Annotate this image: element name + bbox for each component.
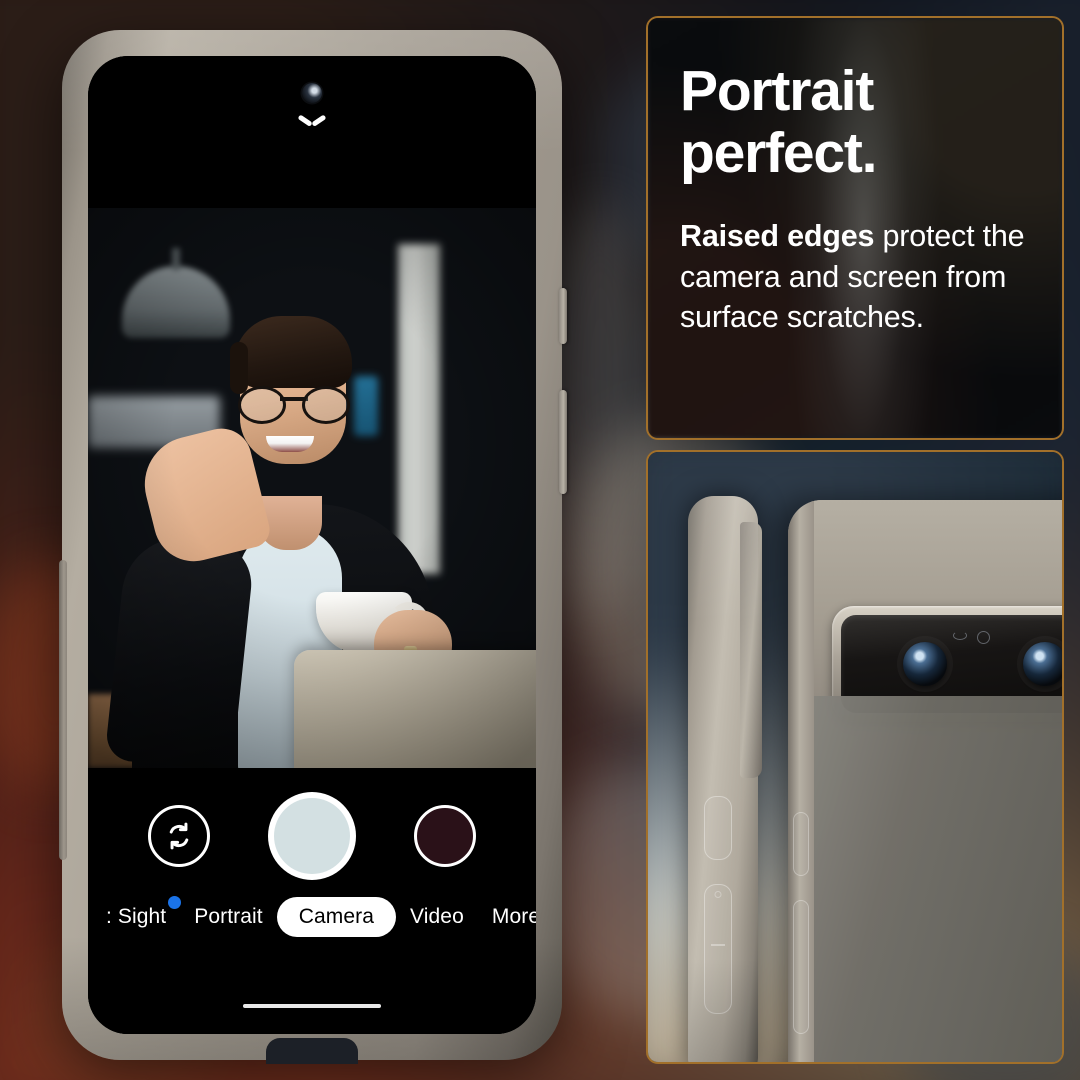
mode-label: Camera	[298, 905, 375, 928]
ambient-sensor-icon	[977, 631, 990, 644]
power-button[interactable]	[559, 288, 567, 344]
page-title: Portrait perfect.	[680, 62, 1028, 182]
phone-screen[interactable]: : Sight Portrait Camera Video More	[88, 56, 536, 1034]
mode-label: Portrait	[194, 905, 263, 928]
case-button-cutout-volume	[704, 884, 732, 1014]
chevron-down-icon[interactable]	[299, 114, 325, 127]
camera-lens-wide-icon	[903, 642, 947, 686]
product-detail-panel	[646, 450, 1064, 1064]
flash-sensor-icon	[953, 631, 967, 640]
mode-camera[interactable]: Camera	[276, 897, 397, 937]
case-back-view	[788, 500, 1062, 1062]
mode-label: : Sight	[106, 905, 167, 928]
case-texture-shading	[814, 696, 1062, 1062]
phone-in-case: : Sight Portrait Camera Video More	[59, 30, 567, 1064]
home-indicator[interactable]	[243, 1004, 381, 1008]
camera-lens-ultrawide-icon	[1023, 642, 1062, 686]
case-side-profile	[688, 496, 762, 1062]
mode-label: Video	[410, 905, 464, 928]
case-side-edge	[788, 500, 814, 1062]
headline-line-1: Portrait	[680, 59, 874, 123]
case-button-cutout-power	[704, 796, 732, 860]
mode-more[interactable]: More	[478, 897, 536, 937]
headline-line-2: perfect.	[680, 121, 878, 186]
mode-night-sight[interactable]: : Sight	[92, 896, 182, 937]
camera-switch-icon[interactable]	[148, 805, 210, 867]
case-button-cutout-power	[793, 812, 809, 876]
charging-port-cutout	[266, 1038, 358, 1064]
mode-portrait[interactable]: Portrait	[180, 897, 277, 937]
subcopy-emphasis: Raised edges	[680, 219, 875, 254]
viewfinder-vignette	[88, 208, 536, 768]
product-feature-image: Portrait perfect. Raised edges protect t…	[0, 0, 1080, 1080]
feature-subcopy: Raised edges protect the camera and scre…	[680, 216, 1028, 337]
feature-text-panel: Portrait perfect. Raised edges protect t…	[646, 16, 1064, 440]
shutter-button[interactable]	[268, 792, 356, 880]
mode-video[interactable]: Video	[396, 897, 478, 937]
case-raised-camera-lip	[740, 522, 762, 778]
case-button-cutout-volume	[793, 900, 809, 1034]
gallery-thumbnail-button[interactable]	[414, 805, 476, 867]
volume-button[interactable]	[559, 390, 567, 494]
camera-viewfinder[interactable]	[88, 208, 536, 768]
camera-controls: : Sight Portrait Camera Video More	[88, 768, 536, 1034]
punch-hole-camera-icon	[302, 83, 322, 103]
case-left-edge-cutout	[59, 560, 67, 860]
camera-status-area	[88, 56, 536, 208]
mode-label: More	[491, 905, 536, 928]
camera-mode-switcher[interactable]: : Sight Portrait Camera Video More	[88, 894, 536, 940]
